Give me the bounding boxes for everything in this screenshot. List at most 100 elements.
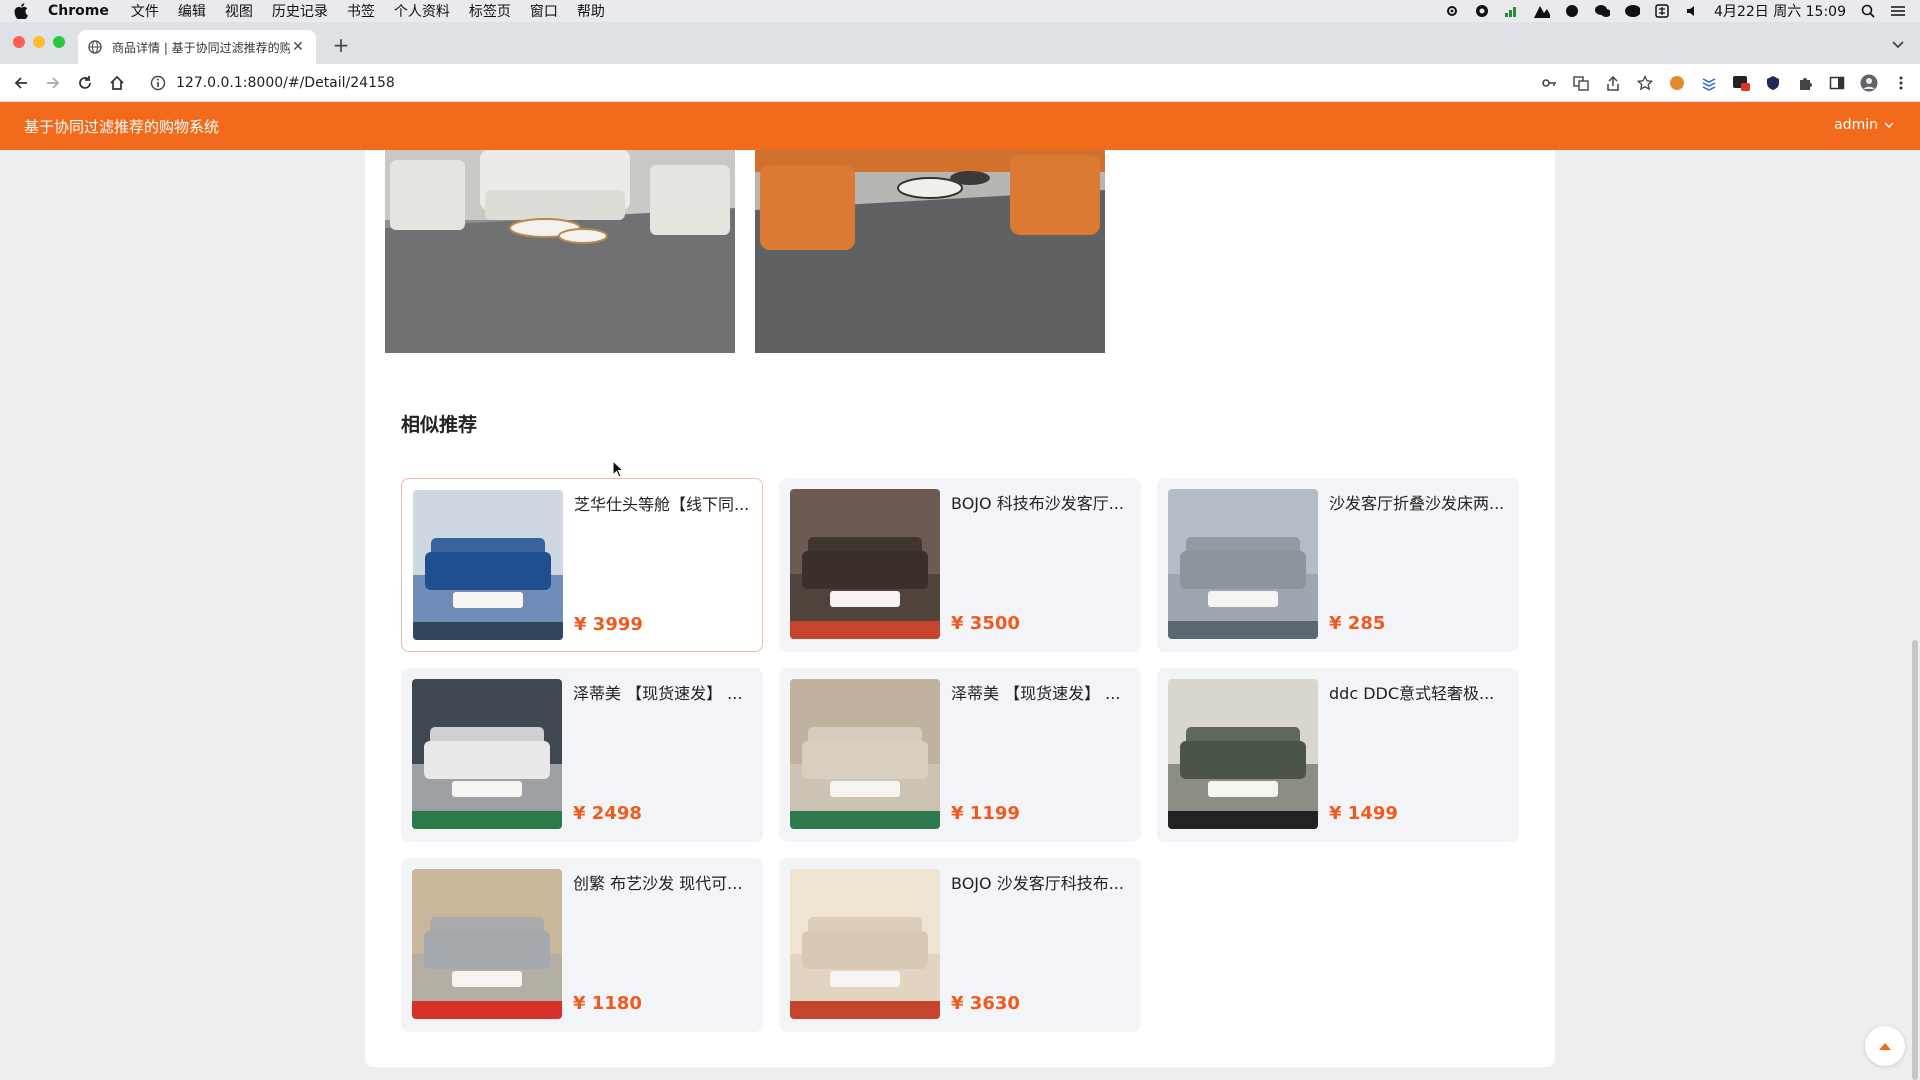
close-tab-icon[interactable]: ✕	[290, 39, 306, 55]
product-detail-image	[755, 150, 1105, 353]
menubar-datetime[interactable]: 4月22日 周六 15:09	[1714, 1, 1846, 21]
page-content: 相似推荐 芝华仕头等舱【线下同... ¥ 3999 BOJO 科技布沙发客厅... ¥…	[0, 150, 1920, 1080]
product-name[interactable]: 芝华仕头等舱【线下同...	[574, 491, 752, 515]
product-thumbnail[interactable]	[412, 679, 562, 829]
product-name[interactable]: BOJO 科技布沙发客厅...	[951, 490, 1129, 514]
product-thumbnail[interactable]	[790, 679, 940, 829]
product-price: ¥ 2498	[573, 803, 642, 824]
recommendation-card[interactable]: BOJO 科技布沙发客厅... ¥ 3500	[779, 478, 1141, 652]
product-name[interactable]: BOJO 沙发客厅科技布...	[951, 870, 1129, 894]
menu-window[interactable]: 窗口	[530, 1, 558, 21]
mouse-cursor-icon	[612, 460, 624, 478]
profile-avatar-icon[interactable]	[1859, 73, 1878, 92]
menu-history[interactable]: 历史记录	[272, 1, 328, 21]
share-icon[interactable]	[1603, 73, 1622, 92]
puzzle-extensions-icon[interactable]	[1795, 73, 1814, 92]
product-name[interactable]: 泽蒂美 【现货速发】 ...	[951, 680, 1129, 704]
record-icon[interactable]	[1474, 4, 1490, 18]
extension-orange-icon[interactable]	[1667, 73, 1686, 92]
product-thumbnail[interactable]	[790, 869, 940, 1019]
home-icon[interactable]	[108, 74, 126, 92]
caret-up-icon	[1879, 1043, 1891, 1050]
star-bookmark-icon[interactable]	[1635, 73, 1654, 92]
menu-app-chrome[interactable]: Chrome	[48, 3, 109, 19]
chevron-down-icon	[1884, 122, 1894, 128]
translate-icon[interactable]	[1571, 73, 1590, 92]
product-thumbnail[interactable]	[1168, 489, 1318, 639]
extension-blue-icon[interactable]	[1699, 73, 1718, 92]
app-title[interactable]: 基于协同过滤推荐的购物系统	[24, 116, 219, 137]
product-thumbnail[interactable]	[412, 869, 562, 1019]
menu-profile[interactable]: 个人资料	[394, 1, 450, 21]
recommendation-card[interactable]: ddc DDC意式轻奢极... ¥ 1499	[1157, 668, 1519, 842]
minimize-window-button[interactable]	[33, 36, 45, 48]
product-name[interactable]: ddc DDC意式轻奢极...	[1329, 680, 1507, 704]
sidebar-toggle-icon[interactable]	[1827, 73, 1846, 92]
menu-edit[interactable]: 编辑	[178, 1, 206, 21]
product-price: ¥ 1499	[1329, 803, 1398, 824]
signal-icon[interactable]	[1504, 4, 1520, 18]
new-tab-button[interactable]: +	[330, 33, 352, 57]
product-name[interactable]: 泽蒂美 【现货速发】 ...	[573, 680, 751, 704]
extension-shield-icon[interactable]	[1763, 73, 1782, 92]
user-menu[interactable]: admin	[1834, 117, 1894, 133]
gear-icon[interactable]	[1444, 4, 1460, 18]
product-thumbnail[interactable]	[413, 490, 563, 640]
product-detail-card: 相似推荐 芝华仕头等舱【线下同... ¥ 3999 BOJO 科技布沙发客厅... ¥…	[365, 150, 1555, 1067]
recommendation-card[interactable]: 泽蒂美 【现货速发】 ... ¥ 2498	[401, 668, 763, 842]
page-scrollbar[interactable]	[1912, 640, 1918, 1080]
mountain-icon[interactable]	[1534, 4, 1551, 18]
zoom-window-button[interactable]	[53, 36, 65, 48]
forward-arrow-icon[interactable]	[44, 74, 62, 92]
browser-toolbar: 127.0.0.1:8000/#/Detail/24158	[0, 64, 1920, 102]
recommendation-card[interactable]: 创繁 布艺沙发 现代可... ¥ 1180	[401, 858, 763, 1032]
toolbar-actions	[1539, 73, 1910, 92]
product-thumbnail[interactable]	[1168, 679, 1318, 829]
globe-icon	[88, 40, 102, 54]
menu-bookmarks[interactable]: 书签	[347, 1, 375, 21]
product-price: ¥ 3630	[951, 993, 1020, 1014]
product-price: ¥ 3999	[574, 614, 643, 635]
window-controls	[13, 36, 65, 48]
menu-help[interactable]: 帮助	[577, 1, 605, 21]
browser-tab-active[interactable]: 商品详情 | 基于协同过滤推荐的购 ✕	[78, 30, 316, 64]
recommendation-card[interactable]: 沙发客厅折叠沙发床两... ¥ 285	[1157, 478, 1519, 652]
control-center-icon[interactable]	[1890, 4, 1906, 18]
recommendation-card[interactable]: 泽蒂美 【现货速发】 ... ¥ 1199	[779, 668, 1141, 842]
extension-badge-icon[interactable]	[1731, 73, 1750, 92]
product-price: ¥ 3500	[951, 613, 1020, 634]
input-method-icon[interactable]	[1654, 4, 1670, 18]
menu-view[interactable]: 视图	[225, 1, 253, 21]
product-name[interactable]: 创繁 布艺沙发 现代可...	[573, 870, 751, 894]
search-icon[interactable]	[1860, 4, 1876, 18]
back-to-top-button[interactable]	[1865, 1026, 1905, 1066]
url-text: 127.0.0.1:8000/#/Detail/24158	[176, 75, 395, 91]
product-name[interactable]: 沙发客厅折叠沙发床两...	[1329, 490, 1507, 514]
product-price: ¥ 1180	[573, 993, 642, 1014]
address-bar[interactable]: 127.0.0.1:8000/#/Detail/24158	[140, 69, 1520, 97]
wechat-icon[interactable]	[1594, 4, 1611, 18]
volume-icon[interactable]	[1684, 4, 1700, 18]
tab-title: 商品详情 | 基于协同过滤推荐的购	[112, 40, 290, 55]
macos-menu-bar: Chrome 文件 编辑 视图 历史记录 书签 个人资料 标签页 窗口 帮助 4…	[0, 0, 1920, 22]
menu-tabs[interactable]: 标签页	[469, 1, 511, 21]
key-icon[interactable]	[1539, 73, 1558, 92]
menubar-status-area: 4月22日 周六 15:09	[1444, 0, 1906, 22]
browser-tab-strip: 商品详情 | 基于协同过滤推荐的购 ✕ +	[0, 22, 1920, 64]
chat-icon[interactable]	[1624, 4, 1641, 18]
apple-logo-icon[interactable]	[14, 3, 28, 19]
product-price: ¥ 1199	[951, 803, 1020, 824]
similar-recommendations-title: 相似推荐	[401, 414, 478, 436]
reload-icon[interactable]	[76, 74, 94, 92]
close-window-button[interactable]	[13, 36, 25, 48]
network-icon[interactable]	[1564, 4, 1580, 18]
site-info-icon[interactable]	[150, 75, 166, 91]
menu-file[interactable]: 文件	[131, 1, 159, 21]
more-menu-icon[interactable]	[1891, 73, 1910, 92]
product-price: ¥ 285	[1329, 613, 1386, 634]
recommendation-card[interactable]: 芝华仕头等舱【线下同... ¥ 3999	[401, 478, 763, 652]
product-thumbnail[interactable]	[790, 489, 940, 639]
recommendation-card[interactable]: BOJO 沙发客厅科技布... ¥ 3630	[779, 858, 1141, 1032]
back-arrow-icon[interactable]	[12, 74, 30, 92]
chevron-down-icon[interactable]	[1890, 36, 1906, 52]
